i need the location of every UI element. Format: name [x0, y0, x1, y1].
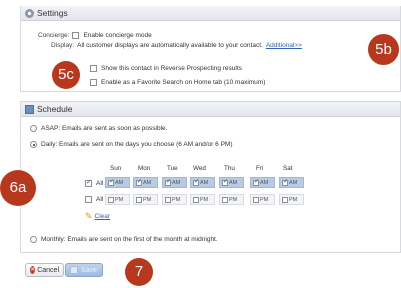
pm-label: PM: [229, 196, 238, 203]
all-am-checkbox[interactable]: [85, 178, 92, 187]
day-header-sun: Sun: [110, 165, 122, 172]
fri-pm-checkbox[interactable]: [253, 196, 259, 203]
tue-am-checkbox[interactable]: [165, 178, 171, 186]
monthly-label: Monthly: Emails are sent on the first of…: [41, 236, 218, 243]
favorite-search-checkbox[interactable]: [90, 79, 97, 86]
am-label: AM: [260, 179, 269, 186]
concierge-row: Concierge: Enable concierge mode: [38, 32, 152, 39]
reverse-prospecting-checkbox[interactable]: [90, 65, 97, 72]
tue-pm-cell[interactable]: PM: [162, 194, 187, 205]
settings-gear-icon: [25, 8, 34, 18]
favorite-search-label: Enable as a Favorite Search on Home tab …: [101, 79, 266, 86]
settings-header: Settings: [21, 6, 400, 21]
pm-label: PM: [200, 196, 209, 203]
monthly-radio[interactable]: [30, 236, 37, 243]
sat-am-checkbox[interactable]: [282, 178, 288, 186]
schedule-title: Schedule: [37, 103, 73, 114]
sun-am-checkbox[interactable]: [108, 178, 114, 186]
am-label: AM: [115, 179, 124, 186]
sat-pm-cell[interactable]: PM: [279, 194, 304, 205]
day-header-thu: Thu: [224, 165, 235, 172]
pm-label: PM: [115, 196, 124, 203]
thu-pm-checkbox[interactable]: [222, 196, 228, 203]
wed-pm-cell[interactable]: PM: [190, 194, 215, 205]
all-pm-checkbox[interactable]: [85, 196, 92, 203]
display-row: Display: All customer displays are autom…: [51, 42, 302, 49]
fri-am-cell[interactable]: AM: [250, 177, 275, 188]
wed-am-checkbox[interactable]: [193, 178, 199, 186]
asap-label: ASAP: Emails are sent as soon as possibl…: [41, 125, 168, 132]
clear-link[interactable]: Clear: [95, 213, 111, 220]
am-label: AM: [200, 179, 209, 186]
eraser-icon: ✎: [85, 211, 93, 221]
mon-am-checkbox[interactable]: [136, 178, 142, 186]
settings-title: Settings: [37, 7, 68, 18]
save-disk-icon: [70, 266, 78, 274]
pm-label: PM: [289, 196, 298, 203]
sun-am-cell[interactable]: AM: [105, 177, 130, 188]
concierge-checkbox[interactable]: [72, 32, 80, 39]
mon-am-cell[interactable]: AM: [133, 177, 158, 188]
day-header-wed: Wed: [193, 165, 206, 172]
cancel-button[interactable]: ✕ Cancel: [25, 263, 64, 277]
cancel-x-icon: ✕: [30, 266, 36, 274]
sun-pm-cell[interactable]: PM: [105, 194, 130, 205]
callout-5c: 5c: [52, 61, 80, 89]
day-header-fri: Fri: [256, 165, 264, 172]
additional-link[interactable]: Additional>>: [266, 42, 302, 49]
calendar-icon: [25, 104, 34, 114]
sat-am-cell[interactable]: AM: [279, 177, 304, 188]
wed-am-cell[interactable]: AM: [190, 177, 215, 188]
daily-row: Daily: Emails are sent on the days you c…: [30, 141, 232, 148]
day-header-mon: Mon: [138, 165, 151, 172]
am-label: AM: [229, 179, 238, 186]
pm-label: PM: [260, 196, 269, 203]
daily-label: Daily: Emails are sent on the days you c…: [41, 141, 233, 148]
mon-pm-cell[interactable]: PM: [133, 194, 158, 205]
save-button[interactable]: Save: [65, 263, 103, 277]
callout-6a: 6a: [0, 170, 36, 206]
display-text: All customer displays are automatically …: [77, 42, 263, 49]
am-label: AM: [172, 179, 181, 186]
wed-pm-checkbox[interactable]: [193, 196, 199, 203]
asap-radio[interactable]: [30, 125, 37, 132]
am-label: AM: [289, 179, 298, 186]
monthly-row: Monthly: Emails are sent on the first of…: [30, 236, 218, 243]
reverse-prospecting-row: Show this contact in Reverse Prospecting…: [90, 65, 242, 72]
thu-pm-cell[interactable]: PM: [219, 194, 244, 205]
callout-7: 7: [125, 258, 153, 286]
sun-pm-checkbox[interactable]: [108, 196, 114, 203]
callout-5b: 5b: [368, 34, 399, 65]
display-label: Display:: [51, 42, 75, 49]
pm-label: PM: [172, 196, 181, 203]
reverse-prospecting-label: Show this contact in Reverse Prospecting…: [101, 65, 242, 72]
mon-pm-checkbox[interactable]: [136, 196, 142, 203]
daily-radio[interactable]: [30, 141, 37, 148]
thu-am-cell[interactable]: AM: [219, 177, 244, 188]
am-label: AM: [143, 179, 152, 186]
tue-pm-checkbox[interactable]: [165, 196, 171, 203]
tue-am-cell[interactable]: AM: [162, 177, 187, 188]
thu-am-checkbox[interactable]: [222, 178, 228, 186]
concierge-option-label: Enable concierge mode: [83, 32, 152, 39]
fri-pm-cell[interactable]: PM: [250, 194, 275, 205]
concierge-label: Concierge:: [38, 32, 70, 39]
pm-label: PM: [143, 196, 152, 203]
fri-am-checkbox[interactable]: [253, 178, 259, 186]
cancel-label: Cancel: [37, 266, 59, 274]
day-header-tue: Tue: [167, 165, 178, 172]
schedule-header: Schedule: [21, 102, 400, 117]
day-header-sat: Sat: [283, 165, 293, 172]
favorite-search-row: Enable as a Favorite Search on Home tab …: [90, 79, 265, 86]
sat-pm-checkbox[interactable]: [282, 196, 288, 203]
asap-row: ASAP: Emails are sent as soon as possibl…: [30, 125, 167, 132]
clear-row: ✎ Clear: [85, 211, 110, 222]
save-label: Save: [81, 266, 97, 274]
